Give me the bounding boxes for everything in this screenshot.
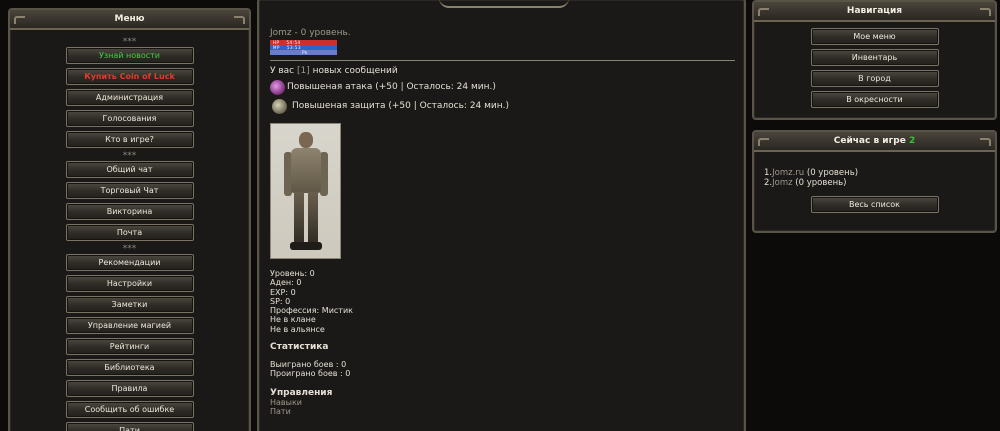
- left-menu-panel: Меню *** Узнай новости Купить Coin of Lu…: [8, 8, 251, 431]
- character-avatar: [270, 123, 341, 259]
- messages-count-link[interactable]: [1]: [297, 66, 310, 76]
- online-title-text: Сейчас в игре: [833, 136, 906, 146]
- mp-label: MP: [273, 45, 280, 50]
- messages-notice: У вас [1] новых сообщений: [270, 66, 738, 76]
- online-row: 2.Jomz (0 уровень): [764, 178, 995, 188]
- menu-button-who-online[interactable]: Кто в игре?: [65, 131, 194, 148]
- battle-stats: Выиграно боев : 0 Проиграно боев : 0: [270, 360, 738, 379]
- avatar-head: [299, 132, 313, 148]
- stat-aden: Аден: 0: [270, 278, 302, 288]
- stat-alliance: Не в альянсе: [270, 324, 325, 334]
- top-ornament: [439, 0, 569, 8]
- online-title-count: 2: [909, 136, 916, 146]
- stat-profession: Профессия: Мистик: [270, 306, 353, 316]
- navigation-title: Навигация: [754, 2, 995, 22]
- avatar-feet: [290, 242, 322, 250]
- menu-button-administration[interactable]: Администрация: [65, 89, 194, 106]
- messages-suffix: новых сообщений: [309, 66, 398, 76]
- stat-sp: SP: 0: [270, 296, 291, 306]
- character-info: Jomz - 0 уровень. HP 54:54 MP 53:53 Pk У…: [270, 28, 738, 416]
- stat-exp: EXP: 0: [270, 287, 296, 297]
- buff-attack: Повышеная атака (+50 | Осталось: 24 мин.…: [270, 79, 738, 95]
- online-row-num: 1.: [764, 168, 773, 178]
- menu-button-ratings[interactable]: Рейтинги: [65, 338, 194, 355]
- attack-buff-icon: [270, 79, 285, 95]
- online-row-level: (0 уровень): [804, 168, 859, 178]
- avatar-arm-right: [320, 152, 328, 196]
- left-menu-list: *** Узнай новости Купить Coin of Luck Ад…: [10, 30, 249, 431]
- divider: [270, 60, 735, 61]
- player-header: Jomz - 0 уровень.: [270, 28, 738, 38]
- mp-value: 53:53: [286, 45, 301, 50]
- player-name-link[interactable]: Jomz: [270, 28, 292, 38]
- nav-button-to-town[interactable]: В город: [810, 70, 939, 87]
- buff-defense-text: Повышеная защита (+50 | Осталось: 24 мин…: [292, 101, 510, 111]
- menu-button-settings[interactable]: Настройки: [65, 275, 194, 292]
- stat-clan: Не в клане: [270, 315, 316, 325]
- menu-button-rules[interactable]: Правила: [65, 380, 194, 397]
- defense-buff-icon: [272, 98, 287, 114]
- left-menu-title: Меню: [10, 10, 249, 30]
- online-row: 1.Jomz.ru (0 уровень): [764, 168, 995, 178]
- all-list-button[interactable]: Весь список: [810, 196, 939, 213]
- stat-wins: Выиграно боев : 0: [270, 360, 347, 370]
- controls-link-party[interactable]: Пати: [270, 407, 738, 416]
- menu-separator: ***: [122, 151, 137, 161]
- online-title: Сейчас в игре 2: [754, 132, 995, 152]
- character-stats: Уровень: 0 Аден: 0 EXP: 0 SP: 0 Професси…: [270, 269, 738, 334]
- navigation-list: Мое меню Инвентарь В город В окресности: [754, 22, 995, 108]
- menu-button-news[interactable]: Узнай новости: [65, 47, 194, 64]
- messages-prefix: У вас: [270, 66, 297, 76]
- menu-button-report-bug[interactable]: Сообщить об ошибке: [65, 401, 194, 418]
- menu-button-votes[interactable]: Голосования: [65, 110, 194, 127]
- buff-defense: Повышеная защита (+50 | Осталось: 24 мин…: [270, 98, 738, 114]
- buff-attack-text: Повышеная атака (+50 | Осталось: 24 мин.…: [287, 82, 496, 92]
- nav-button-my-menu[interactable]: Мое меню: [810, 28, 939, 45]
- statistics-title: Статистика: [270, 342, 329, 353]
- controls-link-skills[interactable]: Навыки: [270, 398, 738, 407]
- menu-button-mail[interactable]: Почта: [65, 224, 194, 241]
- menu-button-trade-chat[interactable]: Торговый Чат: [65, 182, 194, 199]
- menu-button-recommendations[interactable]: Рекомендации: [65, 254, 194, 271]
- menu-button-library[interactable]: Библиотека: [65, 359, 194, 376]
- navigation-panel: Навигация Мое меню Инвентарь В город В о…: [752, 0, 997, 120]
- avatar-leg-right: [308, 192, 318, 244]
- menu-separator: ***: [122, 37, 137, 47]
- menu-button-buy-coin[interactable]: Купить Coin of Luck: [65, 68, 194, 85]
- controls-title: Управления: [270, 387, 333, 398]
- menu-separator: ***: [122, 244, 137, 254]
- player-bars: HP 54:54 MP 53:53 Pk: [270, 40, 337, 55]
- online-player-link[interactable]: Jomz.ru: [772, 168, 804, 178]
- menu-button-notes[interactable]: Заметки: [65, 296, 194, 313]
- controls-links: Навыки Пати: [270, 398, 738, 416]
- main-panel: Jomz - 0 уровень. HP 54:54 MP 53:53 Pk У…: [257, 0, 746, 431]
- avatar-leg-left: [294, 192, 304, 244]
- nav-button-inventory[interactable]: Инвентарь: [810, 49, 939, 66]
- menu-button-general-chat[interactable]: Общий чат: [65, 161, 194, 178]
- online-player-link[interactable]: Jomz: [772, 178, 792, 188]
- avatar-torso: [291, 148, 321, 193]
- stat-losses: Проиграно боев : 0: [270, 369, 351, 379]
- online-row-num: 2.: [764, 178, 773, 188]
- online-list: 1.Jomz.ru (0 уровень) 2.Jomz (0 уровень): [754, 152, 995, 188]
- stat-level: Уровень: 0: [270, 269, 315, 278]
- nav-button-outskirts[interactable]: В окресности: [810, 91, 939, 108]
- online-row-level: (0 уровень): [792, 178, 847, 188]
- menu-button-magic[interactable]: Управление магией: [65, 317, 194, 334]
- menu-button-party[interactable]: Пати: [65, 422, 194, 431]
- online-panel: Сейчас в игре 2 1.Jomz.ru (0 уровень) 2.…: [752, 130, 997, 233]
- menu-button-quiz[interactable]: Викторина: [65, 203, 194, 220]
- pk-bar: Pk: [270, 50, 337, 55]
- player-level: - 0 уровень.: [291, 28, 351, 38]
